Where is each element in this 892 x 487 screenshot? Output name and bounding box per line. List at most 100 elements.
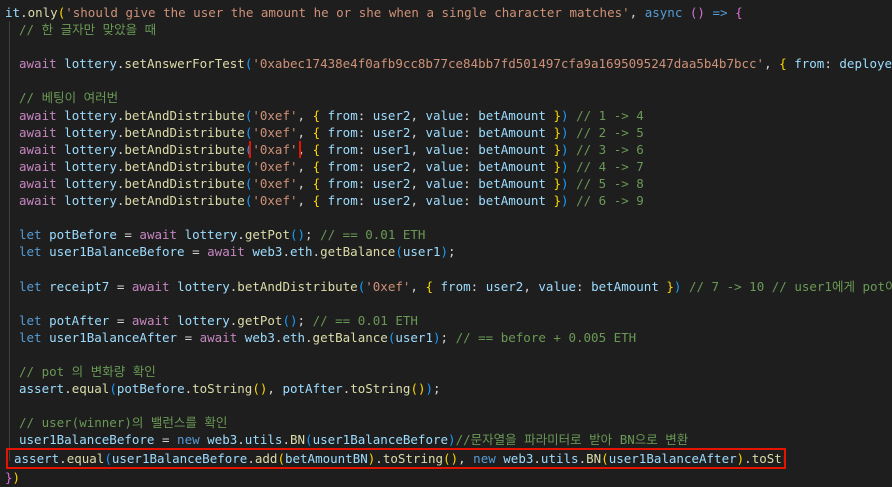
code-token: , xyxy=(410,175,426,191)
code-token: . xyxy=(744,451,752,467)
code-token: betAndDistribute xyxy=(124,124,245,140)
code-token: : xyxy=(357,193,373,209)
code-token: = xyxy=(109,278,132,294)
code-token: from xyxy=(327,175,358,191)
code-token: betAmount xyxy=(478,124,546,140)
code-line[interactable] xyxy=(0,260,892,277)
code-token: // 베팅이 여러번 xyxy=(19,90,119,106)
code-line[interactable]: }) xyxy=(0,469,892,486)
code-line[interactable] xyxy=(0,346,892,363)
highlighted-token: '0xaf' xyxy=(249,140,301,158)
code-token: . xyxy=(312,244,321,260)
code-line[interactable] xyxy=(0,295,892,312)
code-token: equal xyxy=(71,381,110,397)
code-token: { xyxy=(312,158,321,174)
code-token: ( xyxy=(601,451,609,467)
code-line[interactable]: user1BalanceBefore = new web3.utils.BN(u… xyxy=(0,431,892,448)
code-line[interactable]: it.only('should give the user the amount… xyxy=(0,4,892,21)
code-token: : xyxy=(463,193,479,209)
code-token: user1 xyxy=(402,244,441,260)
code-token: : xyxy=(463,158,479,174)
code-token: setAnswerForTest xyxy=(124,56,245,72)
code-line[interactable]: let potAfter = await lottery.getPot(); /… xyxy=(0,312,892,329)
code-token: { xyxy=(779,56,787,72)
code-line[interactable]: await lottery.betAndDistribute('0xef', {… xyxy=(0,192,892,209)
code-line[interactable]: await lottery.betAndDistribute('0xef', {… xyxy=(0,175,892,192)
code-line[interactable] xyxy=(0,209,892,226)
code-line[interactable] xyxy=(0,72,892,89)
code-token: user1BalanceBefore xyxy=(49,244,185,260)
code-token: { xyxy=(312,124,321,140)
code-line[interactable]: let receipt7 = await lottery.betAndDistr… xyxy=(0,278,892,295)
code-line[interactable] xyxy=(0,397,892,414)
code-token: ; xyxy=(305,227,321,243)
highlighted-code-line[interactable]: assert.equal(user1BalanceBefore.add(betA… xyxy=(6,448,786,470)
code-line[interactable]: await lottery.setAnswerForTest('0xabec17… xyxy=(0,55,892,72)
code-token: betAndDistribute xyxy=(237,278,358,294)
code-token: = xyxy=(154,432,178,448)
code-token: lottery xyxy=(184,227,238,243)
code-token: { xyxy=(312,107,321,123)
code-line[interactable]: // 베팅이 여러번 xyxy=(0,89,892,106)
code-line[interactable]: await lottery.betAndDistribute('0xef', {… xyxy=(0,107,892,124)
code-token: async xyxy=(644,5,683,20)
code-token: ( xyxy=(305,432,313,448)
code-token: value xyxy=(538,278,577,294)
code-line[interactable]: // 한 글자만 맞았을 때 xyxy=(0,21,892,38)
code-token: , xyxy=(410,141,426,157)
code-token: betAndDistribute xyxy=(124,193,245,209)
code-token: '0xabec17438e4f0afb9cc8b77ce84bb7fd50149… xyxy=(252,56,765,72)
code-editor[interactable]: it.only('should give the user the amount… xyxy=(0,0,892,485)
code-token: // == before + 0.005 ETH xyxy=(455,329,637,345)
code-token: // 한 글자만 맞았을 때 xyxy=(19,22,157,38)
code-token: : xyxy=(463,175,479,191)
code-token: , xyxy=(523,278,539,294)
code-token: . xyxy=(282,432,290,448)
code-token: , xyxy=(410,193,426,209)
code-token: getBalance xyxy=(320,244,396,260)
code-token: value xyxy=(425,141,464,157)
code-token: lottery xyxy=(64,107,117,123)
code-line[interactable]: assert.equal(potBefore.toString(), potAf… xyxy=(0,380,892,397)
code-line[interactable]: let potBefore = await lottery.getPot(); … xyxy=(0,226,892,243)
code-token: , xyxy=(410,278,426,294)
code-token: // == 0.01 ETH xyxy=(312,312,418,328)
code-line[interactable]: await lottery.betAndDistribute('0xef', {… xyxy=(0,124,892,141)
code-token: , xyxy=(267,381,283,397)
code-token: ) xyxy=(448,432,456,448)
code-token: user1 xyxy=(395,329,433,345)
code-token: betAmount xyxy=(478,141,546,157)
code-line[interactable]: // pot 의 변화량 확인 xyxy=(0,363,892,380)
code-token: // pot 의 변화량 확인 xyxy=(19,363,156,379)
code-line[interactable]: let user1BalanceBefore = await web3.eth.… xyxy=(0,243,892,260)
code-line[interactable]: await lottery.betAndDistribute('0xaf', {… xyxy=(0,140,892,158)
code-token: betAmount xyxy=(478,107,546,123)
code-token: await xyxy=(131,278,170,294)
code-token: //문자열을 파라미터로 받아 BN으로 변환 xyxy=(455,432,689,448)
code-token: ; xyxy=(433,381,441,397)
code-token: () xyxy=(289,227,306,243)
code-line[interactable] xyxy=(0,38,892,55)
code-token: // 5 -> 8 xyxy=(576,175,644,191)
code-line[interactable]: await lottery.betAndDistribute('0xef', {… xyxy=(0,158,892,175)
code-line[interactable]: let user1BalanceAfter = await web3.eth.g… xyxy=(0,329,892,346)
code-token: equal xyxy=(66,451,105,467)
code-token: // 3 -> 6 xyxy=(576,141,644,157)
code-token: => xyxy=(712,5,728,20)
code-token: : xyxy=(357,141,373,157)
code-token: , xyxy=(297,141,313,157)
code-line[interactable]: // user(winner)의 밸런스를 확인 xyxy=(0,414,892,431)
code-token: : xyxy=(463,141,479,157)
code-token: ( xyxy=(277,451,285,467)
code-token: // 2 -> 5 xyxy=(576,124,644,140)
code-token: () xyxy=(410,381,426,397)
code-token: assert xyxy=(14,451,60,467)
code-token: ) xyxy=(561,107,569,123)
